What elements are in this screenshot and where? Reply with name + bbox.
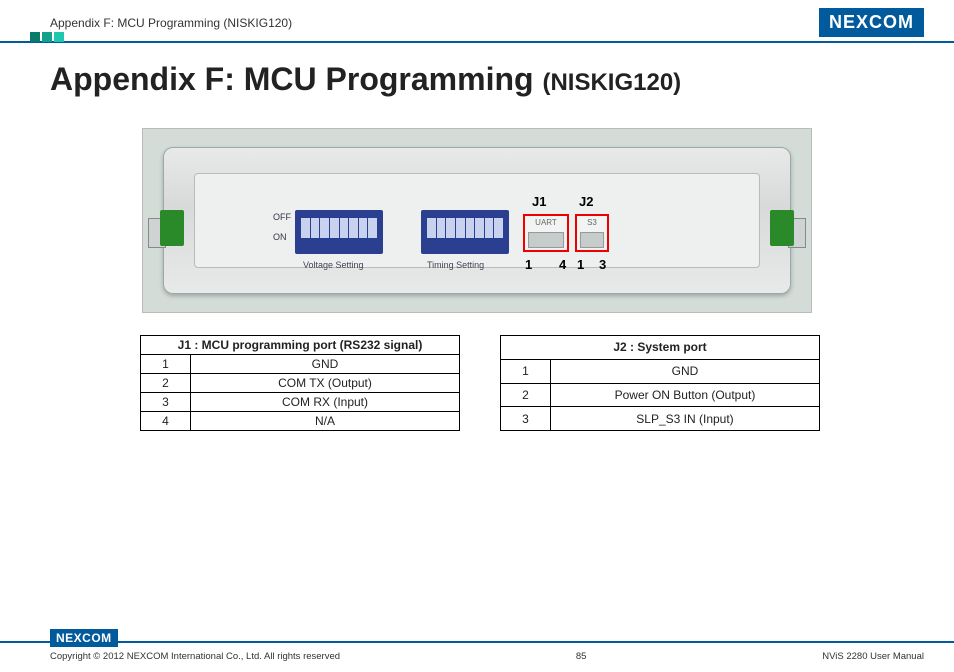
device-photo: OFF ON Voltage Setting Timing Setting UA… [142, 128, 812, 313]
dip-on-label: ON [273, 232, 287, 242]
callout-pin1-j2: 1 [577, 257, 584, 272]
table-j2: J2 : System port 1GND 2Power ON Button (… [500, 335, 820, 431]
table-j1-header: J1 : MCU programming port (RS232 signal) [141, 336, 460, 355]
callout-pin3-j2: 3 [599, 257, 606, 272]
callout-pin4-j1: 4 [559, 257, 566, 272]
pinout-tables: J1 : MCU programming port (RS232 signal)… [140, 335, 854, 431]
dip-off-label: OFF [273, 212, 291, 222]
dip-switch-sw2 [421, 210, 509, 254]
copyright-text: Copyright © 2012 NEXCOM International Co… [50, 651, 340, 662]
page-header: Appendix F: MCU Programming (NISKIG120) … [0, 0, 954, 43]
port-j2: S3 [575, 214, 609, 252]
manual-name: NViS 2280 User Manual [822, 651, 924, 662]
page-number: 85 [576, 651, 587, 662]
connector-right [770, 210, 794, 246]
callout-pin1-j1: 1 [525, 257, 532, 272]
sw2-caption: Timing Setting [427, 260, 484, 270]
page-footer: NEXCOM Copyright © 2012 NEXCOM Internati… [0, 641, 954, 662]
page-title: Appendix F: MCU Programming (NISKIG120) [50, 61, 904, 98]
callout-j1: J1 [532, 194, 546, 209]
port-j1: UART [523, 214, 569, 252]
table-j2-header: J2 : System port [501, 336, 820, 360]
breadcrumb: Appendix F: MCU Programming (NISKIG120) [50, 16, 292, 30]
footer-brand-logo: NEXCOM [50, 629, 118, 647]
connector-left [160, 210, 184, 246]
callout-j2: J2 [579, 194, 593, 209]
dip-switch-sw1 [295, 210, 383, 254]
decorative-squares [30, 32, 64, 42]
main-content: Appendix F: MCU Programming (NISKIG120) … [0, 43, 954, 431]
brand-logo: NEXCOM [819, 8, 924, 37]
sw1-caption: Voltage Setting [303, 260, 364, 270]
table-j1: J1 : MCU programming port (RS232 signal)… [140, 335, 460, 431]
